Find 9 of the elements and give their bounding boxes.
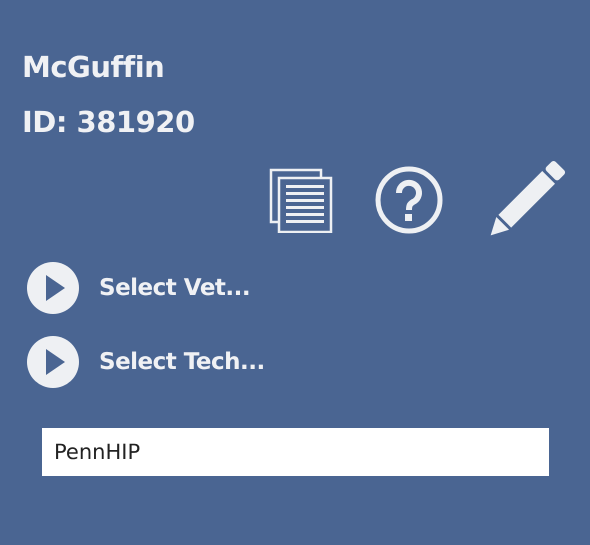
documents-icon[interactable] (268, 167, 334, 233)
patient-name: McGuffin (22, 49, 164, 86)
play-icon (27, 262, 79, 314)
help-icon[interactable] (374, 165, 444, 235)
select-button[interactable]: Select Vet... (22, 262, 250, 314)
select-button[interactable]: Select Tech... (22, 336, 265, 388)
play-icon (27, 336, 79, 388)
input-field[interactable]: PennHIP (42, 428, 549, 476)
patient-id: ID: 381920 (22, 104, 195, 141)
